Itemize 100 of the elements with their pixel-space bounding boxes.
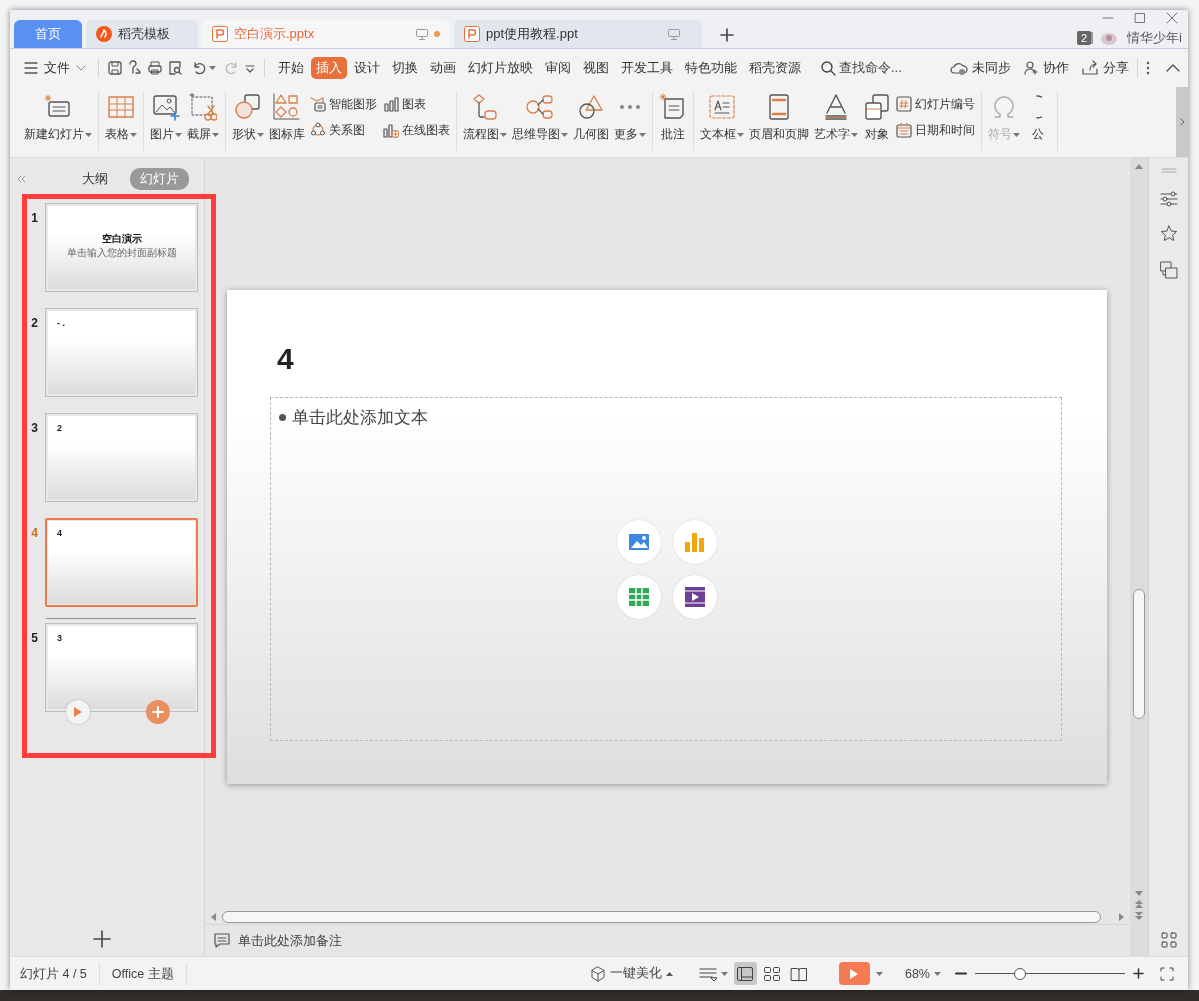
- notes-view-button[interactable]: [698, 966, 728, 981]
- save-icon[interactable]: [107, 60, 123, 76]
- zoom-out-icon[interactable]: [955, 972, 967, 975]
- ribbon-tab[interactable]: 开发工具: [616, 57, 678, 79]
- toolbar-button[interactable]: 协作: [1023, 59, 1069, 77]
- ribbon-button[interactable]: 公: [1023, 91, 1053, 145]
- file-menu[interactable]: 文件: [20, 59, 90, 77]
- scrollbar-thumb[interactable]: [1133, 589, 1145, 719]
- zoom-level[interactable]: 68%: [904, 966, 941, 981]
- slide-thumbnail[interactable]: 4: [45, 518, 198, 607]
- insert-picture-icon[interactable]: [617, 520, 661, 564]
- slide-thumbnail[interactable]: 空白演示 单击输入您的封面副标题: [45, 203, 198, 292]
- previous-page-icon[interactable]: [1135, 900, 1143, 908]
- insert-chart-icon[interactable]: [673, 520, 717, 564]
- ribbon-button[interactable]: 文本框: [698, 91, 746, 145]
- slide-thumbnail[interactable]: 3: [45, 623, 198, 712]
- ribbon-button[interactable]: 几何图: [571, 91, 611, 145]
- slide-thumbnail[interactable]: - .: [45, 308, 198, 397]
- ribbon-button[interactable]: 思维导图: [510, 91, 570, 145]
- ribbon-tab[interactable]: 审阅: [540, 57, 576, 79]
- print-preview-icon[interactable]: [167, 60, 183, 76]
- fit-window-icon[interactable]: [1160, 966, 1174, 981]
- settings-sliders-icon[interactable]: [1159, 191, 1178, 207]
- ribbon-button[interactable]: 流程图: [461, 91, 509, 145]
- ribbon-button[interactable]: 截屏: [185, 91, 221, 145]
- text-placeholder[interactable]: 单击此处添加文本: [270, 397, 1062, 741]
- caret-icon: [737, 132, 744, 137]
- scroll-down-icon[interactable]: [1135, 891, 1143, 896]
- tab[interactable]: 稻壳模板: [86, 20, 198, 48]
- ribbon-button[interactable]: 日期和时间: [896, 117, 975, 143]
- window-count[interactable]: 2: [1077, 31, 1092, 45]
- avatar-icon[interactable]: [1099, 30, 1120, 46]
- ribbon-tab[interactable]: 特色功能: [680, 57, 742, 79]
- ribbon-button[interactable]: 页眉和页脚: [747, 91, 811, 145]
- toolbar-button[interactable]: 分享: [1081, 59, 1129, 77]
- ribbon-button[interactable]: 新建幻灯片: [22, 91, 94, 145]
- view-button[interactable]: [733, 962, 757, 985]
- more-options-icon[interactable]: [1146, 61, 1150, 75]
- chevron-right-icon: [1179, 118, 1185, 126]
- ribbon-button[interactable]: 对象: [861, 91, 893, 145]
- slide-title[interactable]: 4: [277, 342, 294, 376]
- insert-table-icon[interactable]: [617, 575, 661, 619]
- caret-icon: [175, 132, 182, 137]
- add-slide-button[interactable]: [146, 700, 170, 724]
- ribbon-tab[interactable]: 开始: [273, 57, 309, 79]
- ribbon-button[interactable]: 形状: [230, 91, 266, 145]
- ribbon-button[interactable]: 图片: [148, 91, 184, 145]
- panel-tab[interactable]: 大纲: [72, 168, 118, 190]
- toolbar-button[interactable]: 未同步: [950, 59, 1011, 77]
- grid-view-icon[interactable]: [1160, 932, 1177, 948]
- switch-slides-icon[interactable]: [1159, 261, 1178, 279]
- search-field[interactable]: 查找命令...: [820, 59, 902, 77]
- collapse-icon[interactable]: [1166, 64, 1180, 72]
- drag-handle-icon[interactable]: [1160, 168, 1177, 173]
- smart-art-icon: [310, 96, 326, 112]
- ribbon-button[interactable]: 图表: [383, 91, 450, 117]
- ribbon-button[interactable]: 表格: [103, 91, 139, 145]
- undo-icon[interactable]: [191, 60, 207, 76]
- ribbon-button[interactable]: 艺术字: [812, 91, 860, 145]
- scroll-up-icon[interactable]: [1135, 164, 1143, 169]
- ribbon-button[interactable]: 更多: [612, 91, 648, 145]
- scroll-left-icon[interactable]: [211, 912, 216, 921]
- dropdown-arrow-icon[interactable]: [244, 62, 256, 74]
- notes-icon: [214, 933, 230, 948]
- ribbon-button[interactable]: 在线图表: [383, 117, 450, 143]
- collapse-panel-icon[interactable]: [16, 175, 26, 183]
- ribbon-button[interactable]: 图标库: [267, 91, 307, 145]
- ribbon-button[interactable]: 关系图: [310, 117, 377, 143]
- insert-video-icon[interactable]: [673, 575, 717, 619]
- more-icon: [619, 104, 641, 110]
- ribbon-tab[interactable]: 动画: [425, 57, 461, 79]
- scrollbar-thumb[interactable]: [222, 910, 1101, 923]
- thumbnail-title: - .: [57, 318, 65, 328]
- tab[interactable]: ppt使用教程.ppt: [454, 20, 702, 48]
- beautify-button[interactable]: 一键美化: [589, 965, 673, 982]
- shapes-grid-icon: [273, 93, 301, 121]
- ribbon-tab[interactable]: 视图: [578, 57, 614, 79]
- ribbon-tab[interactable]: 切换: [387, 57, 423, 79]
- slideshow-button[interactable]: [838, 962, 870, 985]
- slider-thumb[interactable]: [1014, 967, 1026, 980]
- close-icon[interactable]: [1166, 12, 1178, 24]
- ribbon-tab[interactable]: 稻壳资源: [744, 57, 806, 79]
- slide-thumbnail[interactable]: 2: [45, 413, 198, 502]
- star-icon[interactable]: [1159, 225, 1178, 243]
- user-name[interactable]: 情华少年i: [1127, 29, 1182, 47]
- ribbon-button[interactable]: 幻灯片编号: [896, 91, 975, 117]
- play-button[interactable]: [66, 700, 90, 724]
- ribbon-button[interactable]: 智能图形: [310, 91, 377, 117]
- add-slide-icon[interactable]: [93, 930, 111, 948]
- thumbnail-title: 3: [57, 633, 62, 643]
- maximize-icon[interactable]: [1134, 12, 1146, 24]
- plus-icon[interactable]: [720, 28, 734, 42]
- print-icon[interactable]: [147, 60, 163, 76]
- notes-placeholder[interactable]: 单击此处添加备注: [238, 931, 342, 950]
- ribbon-tab[interactable]: 幻灯片放映: [463, 57, 538, 79]
- ribbon-button[interactable]: 批注: [657, 91, 689, 145]
- zoom-in-icon[interactable]: [1133, 968, 1144, 979]
- scroll-right-icon[interactable]: [1119, 912, 1124, 921]
- next-page-icon[interactable]: [1135, 912, 1143, 920]
- ribbon-tab[interactable]: 设计: [349, 57, 385, 79]
